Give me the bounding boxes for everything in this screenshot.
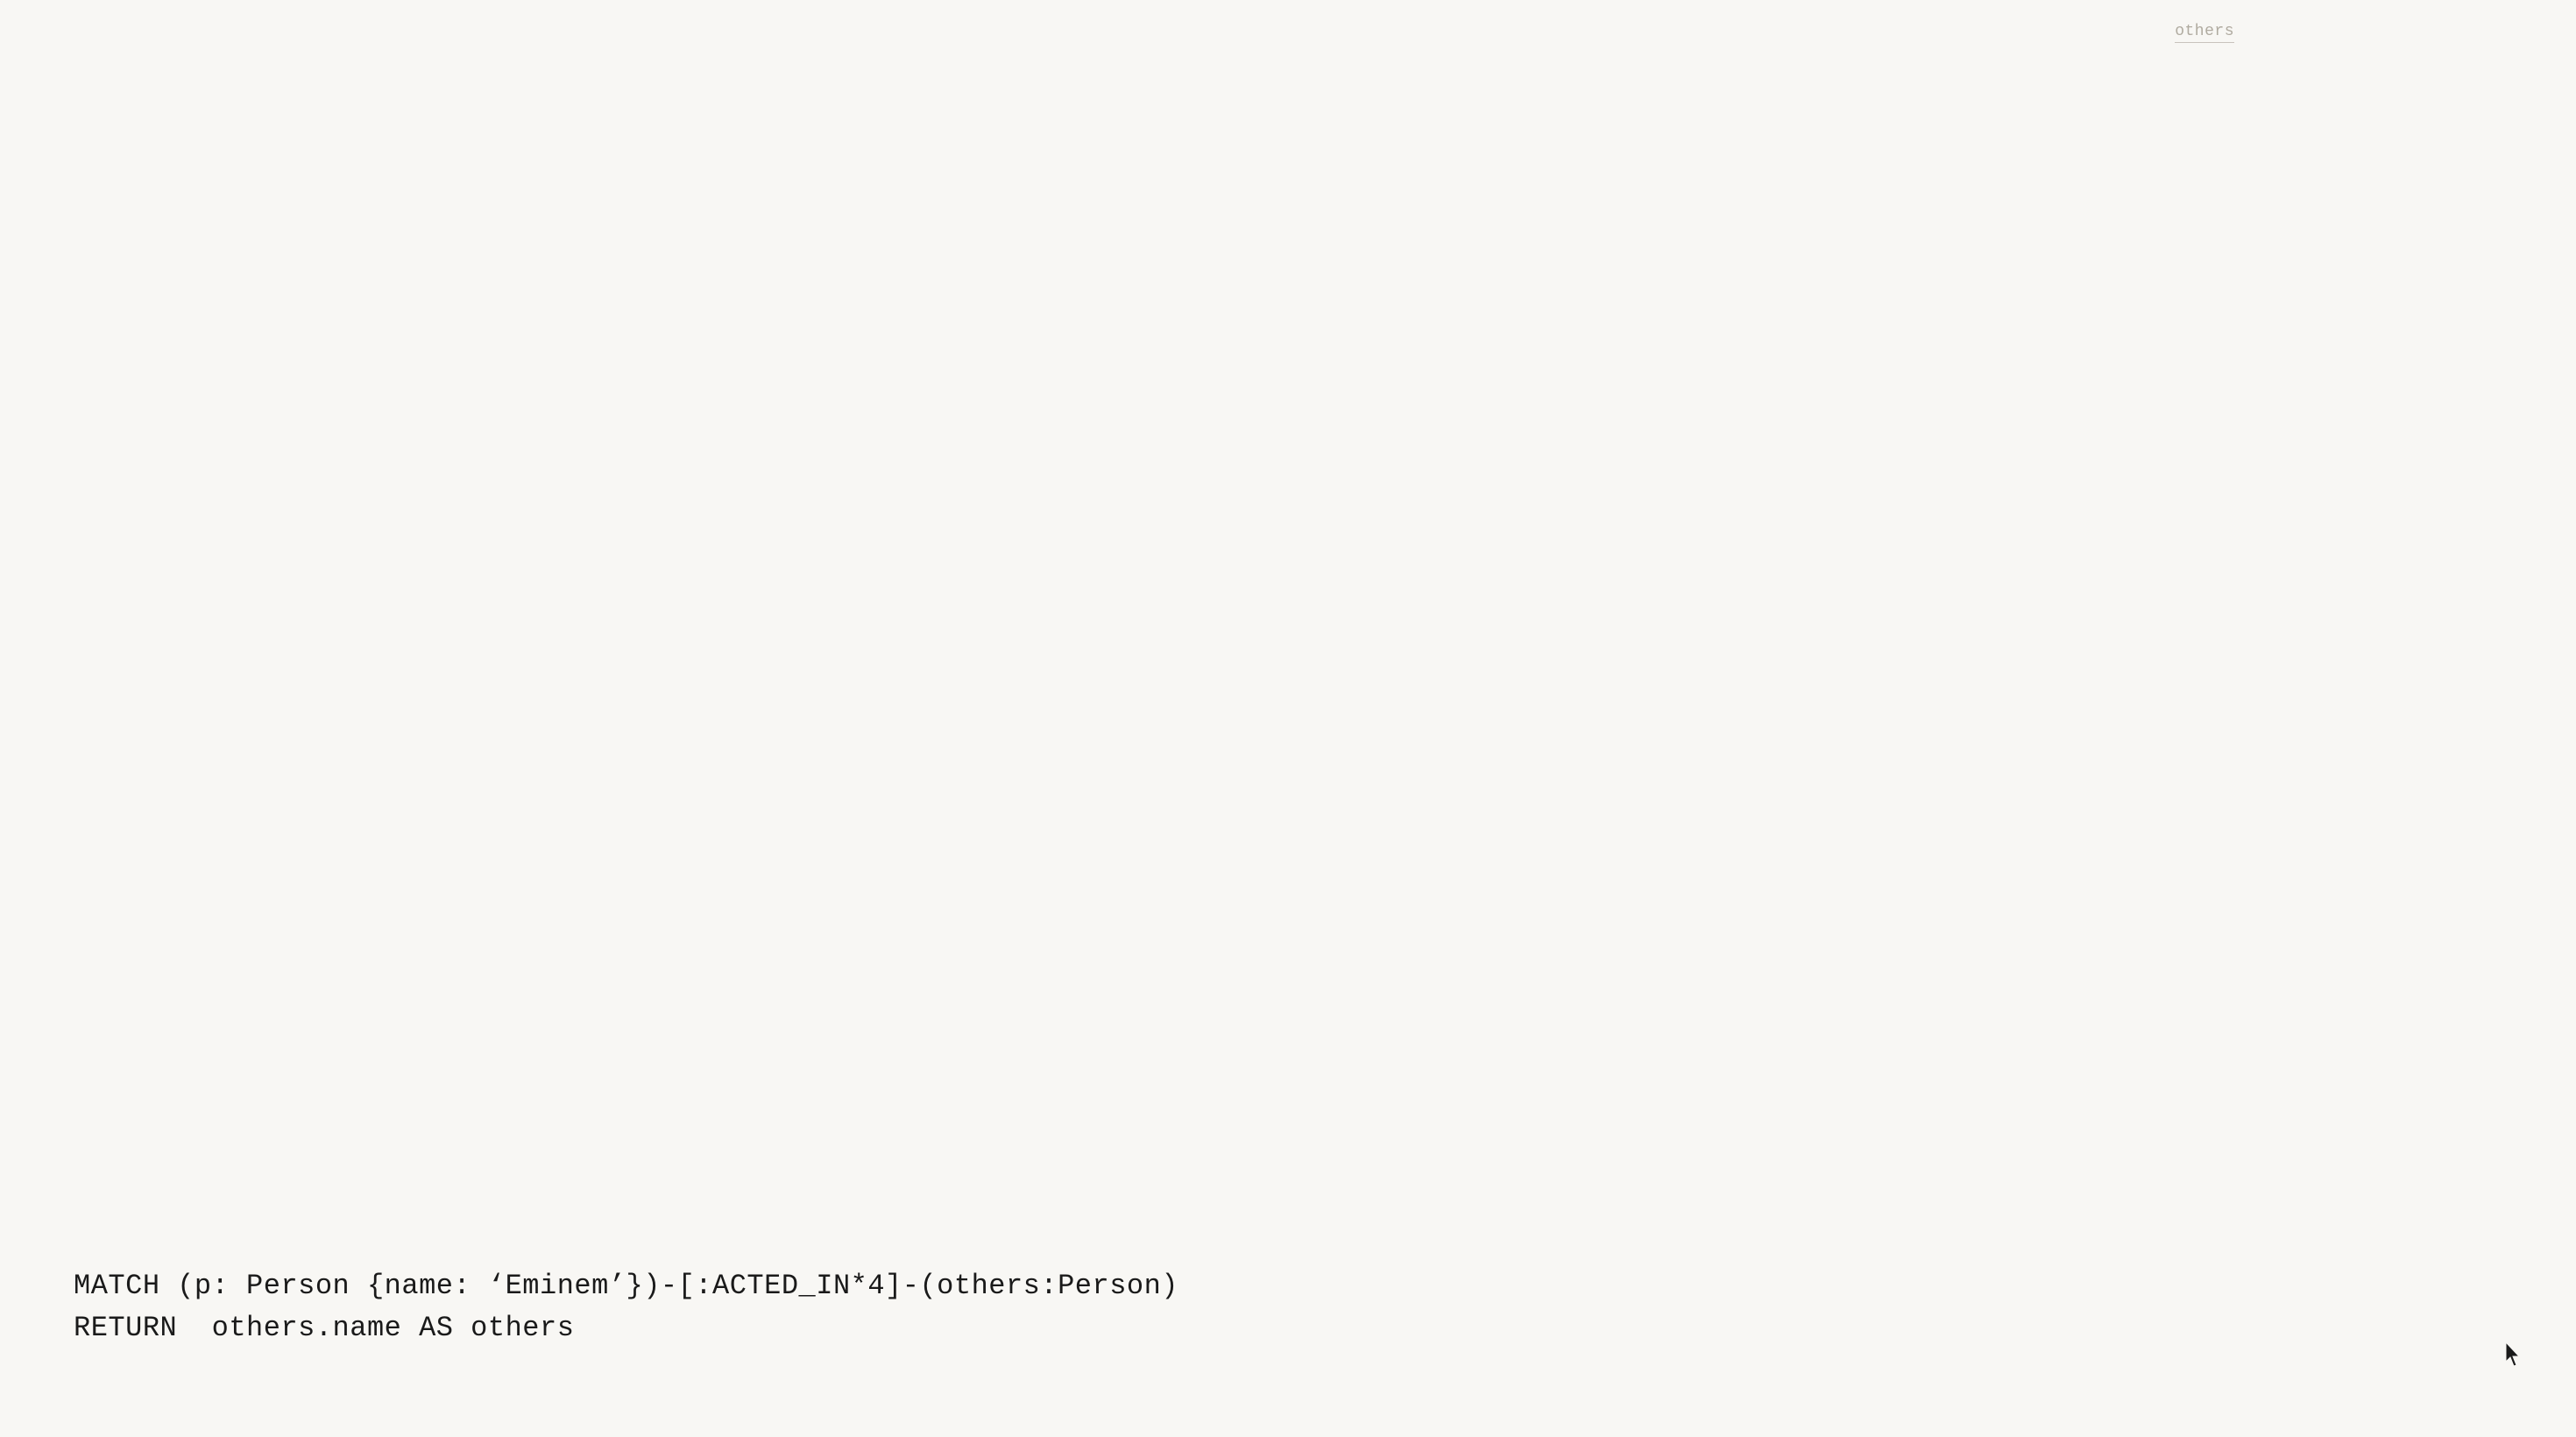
- code-line-2: RETURN others.name AS others: [74, 1307, 1178, 1349]
- cursor-icon: [2506, 1342, 2523, 1367]
- mouse-cursor: [2506, 1342, 2523, 1367]
- code-block: MATCH (p: Person {name: ‘Eminem’})-[:ACT…: [74, 1265, 1178, 1349]
- page-container: others MATCH (p: Person {name: ‘Eminem’}…: [0, 0, 2576, 1437]
- others-label: others: [2175, 23, 2234, 43]
- code-line-1: MATCH (p: Person {name: ‘Eminem’})-[:ACT…: [74, 1265, 1178, 1307]
